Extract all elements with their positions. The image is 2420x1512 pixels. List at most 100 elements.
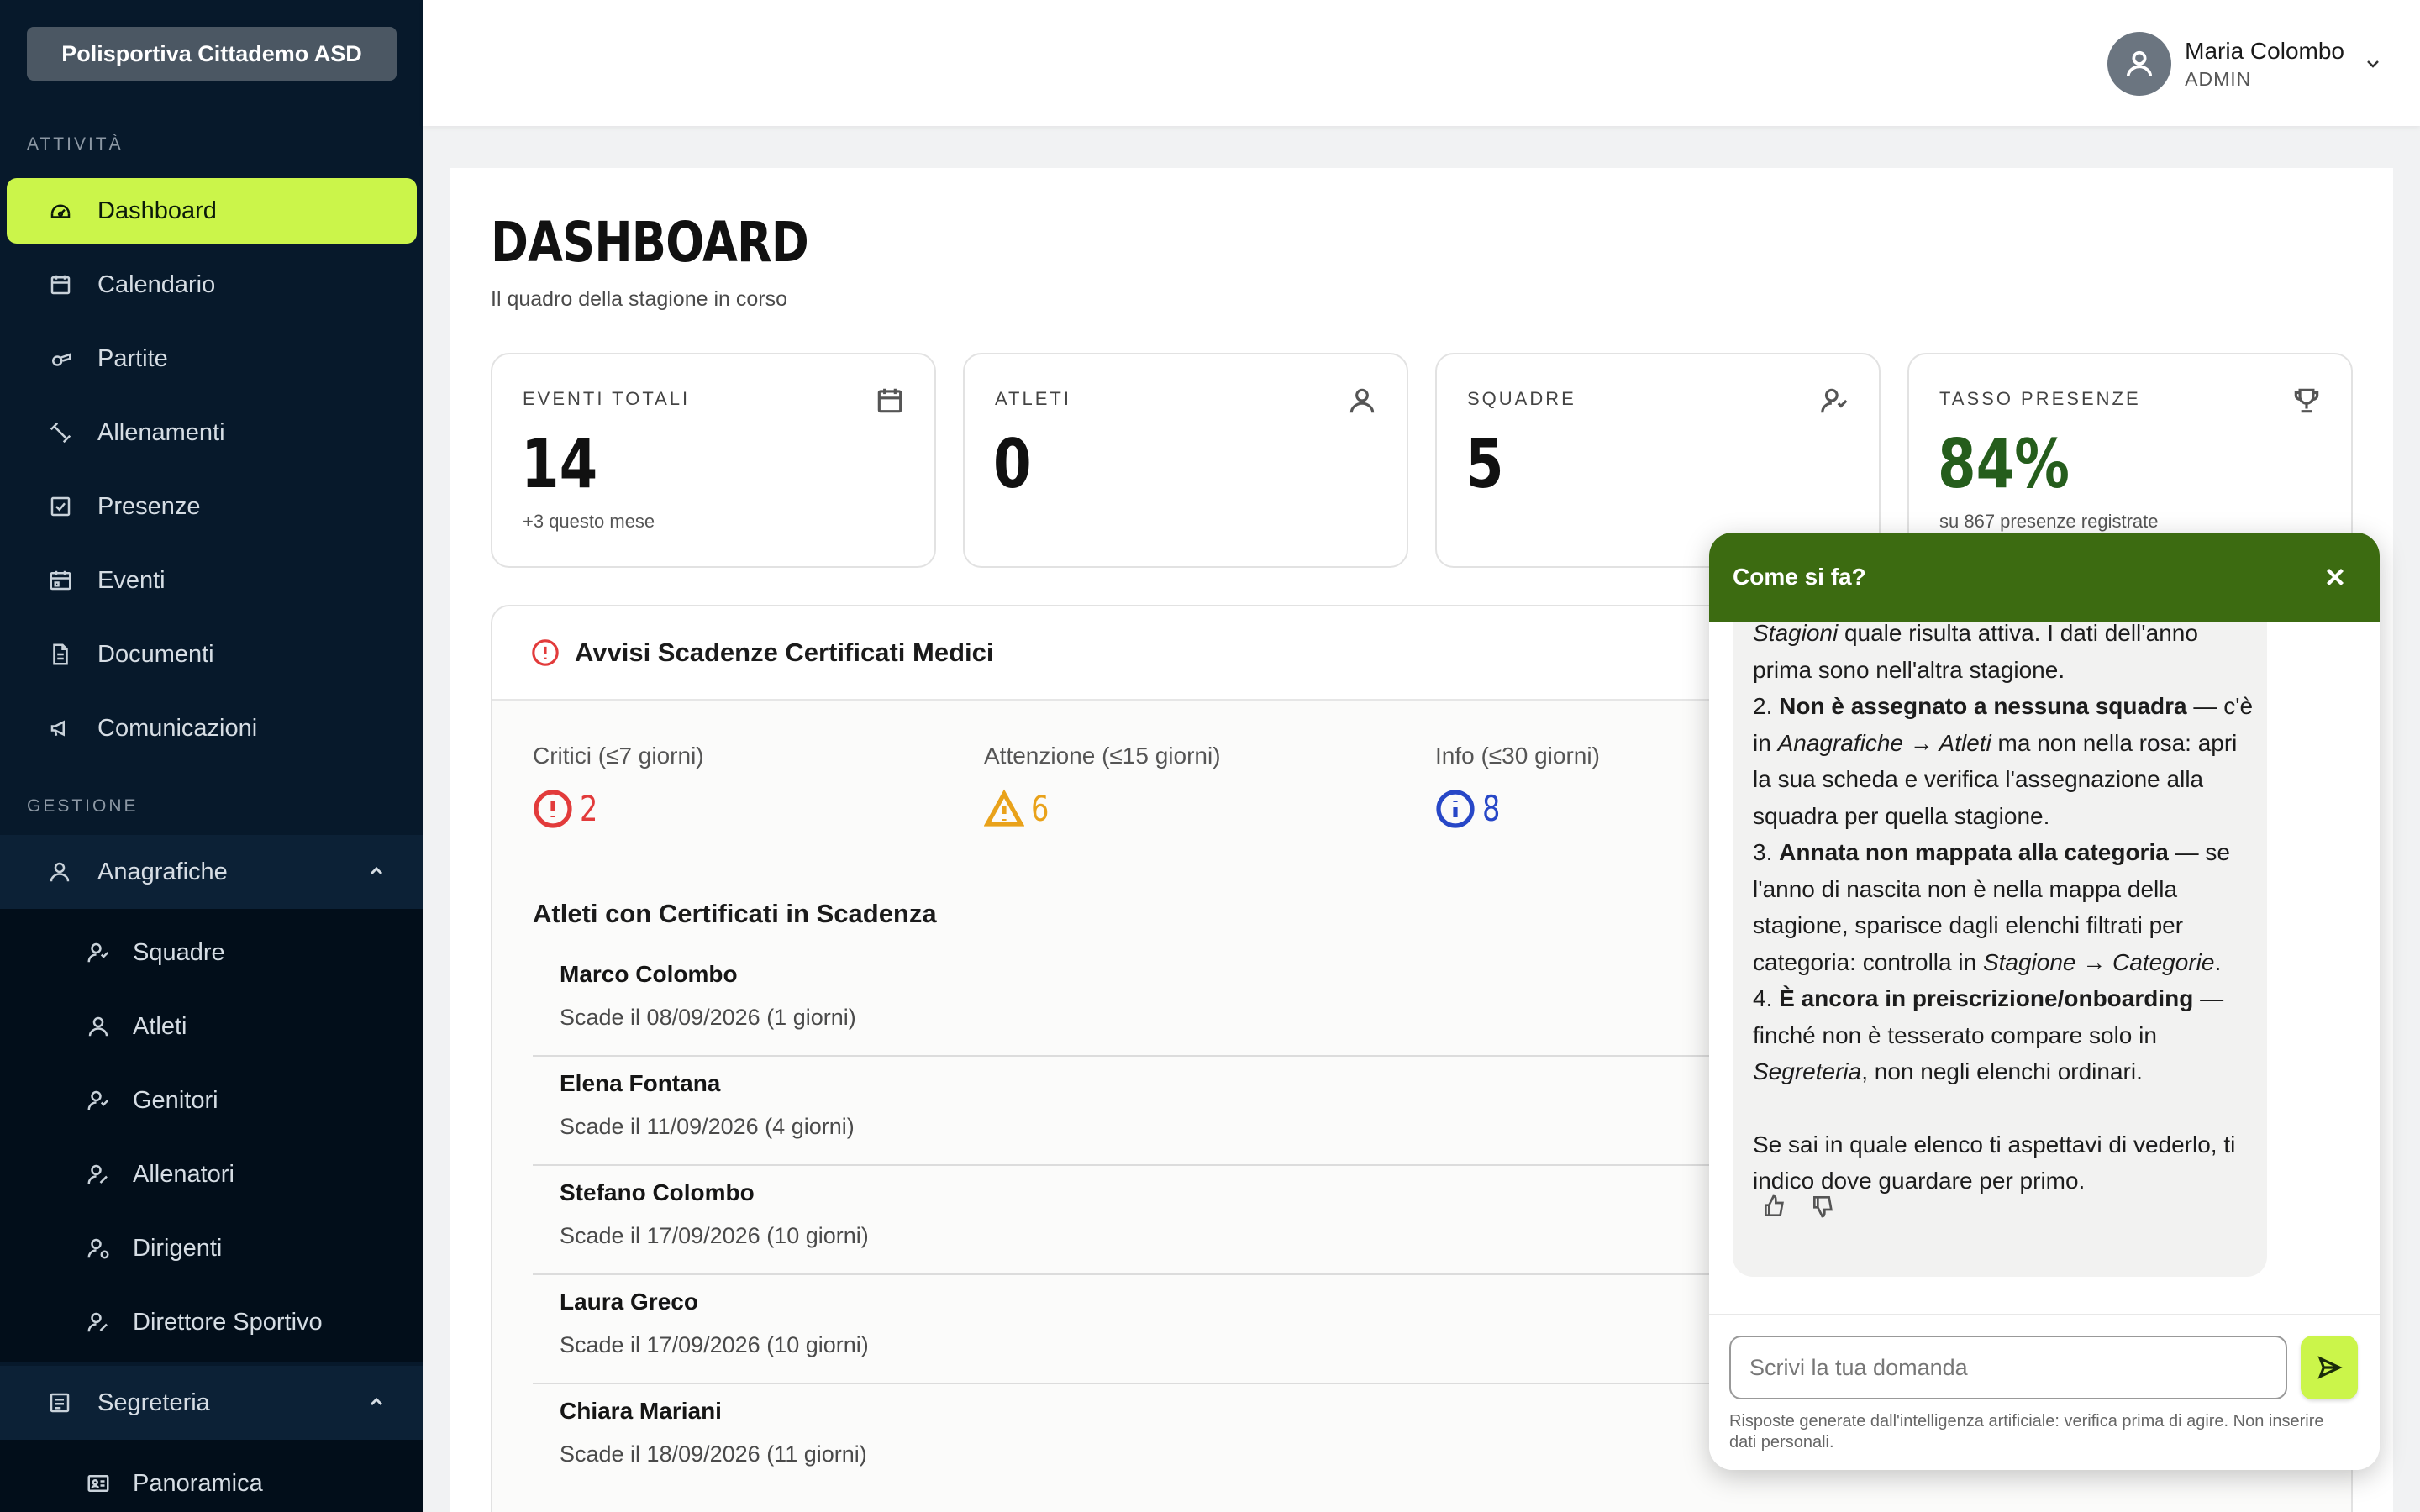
sidebar-item-label: Atleti	[133, 1012, 187, 1040]
gauge-icon	[47, 197, 74, 224]
assistant-message: Stagioni quale risulta attiva. I dati de…	[1733, 622, 2267, 1277]
sidebar-item-genitori[interactable]: Genitori	[0, 1070, 424, 1131]
athlete-expiry: Scade il 17/09/2026 (10 giorni)	[560, 1332, 869, 1357]
alert-level-critical: Critici (≤7 giorni) 2	[533, 743, 704, 829]
sidebar-item-dirigenti[interactable]: Dirigenti	[0, 1218, 424, 1278]
athlete-name: Elena Fontana	[560, 1070, 721, 1096]
stat-value: 0	[993, 425, 1032, 503]
message-strong: È ancora in preiscrizione/onboarding	[1779, 985, 2194, 1011]
athlete-name: Chiara Mariani	[560, 1398, 722, 1424]
alert-card-title: Avvisi Scadenze Certificati Medici	[575, 638, 994, 667]
athlete-expiry: Scade il 08/09/2026 (1 giorni)	[560, 1005, 856, 1030]
sidebar-item-panoramica[interactable]: Panoramica	[0, 1453, 424, 1512]
message-text: 3.	[1753, 839, 1780, 865]
sidebar-item-atleti[interactable]: Atleti	[0, 996, 424, 1057]
sidebar-item-label: Documenti	[97, 640, 214, 668]
sidebar-group-anagrafiche[interactable]: Anagrafiche	[0, 835, 424, 909]
message-emphasis: Stagione → Categorie	[1982, 948, 2215, 975]
message-text: Se sai in quale elenco ti aspettavi di v…	[1753, 1131, 2236, 1194]
topbar: Maria Colombo ADMIN	[424, 0, 2420, 126]
send-button[interactable]	[2301, 1336, 2358, 1399]
athlete-expiry: Scade il 18/09/2026 (11 giorni)	[560, 1441, 867, 1467]
alert-level-info: Info (≤30 giorni) 8	[1435, 743, 1600, 829]
sidebar-item-direttore-sportivo[interactable]: Direttore Sportivo	[0, 1292, 424, 1352]
avatar[interactable]	[2107, 32, 2172, 96]
athlete-row[interactable]: Marco Colombo Scade il 08/09/2026 (1 gio…	[533, 948, 1709, 1057]
chevron-down-icon[interactable]	[2363, 54, 2383, 74]
user-icon	[86, 1013, 113, 1040]
page-title: DASHBOARD	[491, 210, 809, 275]
chat-messages[interactable]: Stagioni quale risulta attiva. I dati de…	[1709, 622, 2380, 1314]
sidebar-group-label: Segreteria	[97, 1389, 210, 1416]
level-count: 2	[580, 788, 598, 829]
athlete-row[interactable]: Chiara Mariani Scade il 18/09/2026 (11 g…	[533, 1384, 1709, 1494]
page-subtitle: Il quadro della stagione in corso	[491, 287, 788, 311]
user-edit-icon	[86, 1309, 113, 1336]
sidebar-item-allenamenti[interactable]: Allenamenti	[7, 400, 417, 465]
chat-question-input[interactable]	[1729, 1336, 2287, 1399]
chevron-up-icon[interactable]	[366, 860, 387, 880]
athletes-list-title: Atleti con Certificati in Scadenza	[533, 899, 937, 928]
send-icon	[2317, 1356, 2343, 1379]
close-icon[interactable]	[2321, 563, 2349, 591]
users-icon	[86, 939, 113, 966]
sidebar-item-label: Eventi	[97, 566, 166, 594]
whistle-icon	[47, 345, 74, 372]
message-strong: Annata non mappata alla categoria	[1779, 839, 2169, 865]
message-text: 4.	[1753, 985, 1780, 1011]
stat-value: 5	[1465, 425, 1504, 503]
user-icon	[47, 858, 74, 885]
feedback-buttons	[1761, 1193, 1859, 1220]
chevron-up-icon[interactable]	[366, 1391, 387, 1411]
megaphone-icon	[47, 715, 74, 742]
stat-label: ATLETI	[995, 388, 1071, 409]
sidebar-item-label: Panoramica	[133, 1469, 263, 1497]
athlete-expiry: Scade il 17/09/2026 (10 giorni)	[560, 1223, 869, 1248]
message-paragraph: 2. Non è assegnato a nessuna squadra — c…	[1753, 688, 2257, 834]
athlete-row[interactable]: Elena Fontana Scade il 11/09/2026 (4 gio…	[533, 1057, 1709, 1166]
user-menu[interactable]: Maria Colombo ADMIN	[2107, 32, 2383, 96]
thumbs-down-icon[interactable]	[1810, 1193, 1837, 1220]
user-edit-icon	[86, 1161, 113, 1188]
message-emphasis: Segreteria	[1753, 1058, 1862, 1084]
stat-value: 14	[521, 425, 598, 503]
trophy-icon	[2291, 385, 2323, 417]
chat-header: Come si fa?	[1709, 533, 2380, 622]
athlete-row[interactable]: Stefano Colombo Scade il 17/09/2026 (10 …	[533, 1166, 1709, 1275]
level-label: Attenzione (≤15 giorni)	[984, 743, 1221, 769]
athlete-name: Laura Greco	[560, 1289, 698, 1315]
sidebar-item-comunicazioni[interactable]: Comunicazioni	[7, 696, 417, 761]
sidebar-item-dashboard[interactable]: Dashboard	[7, 178, 417, 244]
level-count: 6	[1031, 788, 1050, 829]
stat-label: SQUADRE	[1467, 388, 1576, 409]
sidebar-item-label: Calendario	[97, 270, 216, 298]
users-icon	[1818, 385, 1850, 417]
alert-circle-icon	[534, 789, 572, 828]
thumbs-up-icon[interactable]	[1761, 1193, 1788, 1220]
sidebar-item-documenti[interactable]: Documenti	[7, 622, 417, 687]
chat-title: Come si fa?	[1733, 564, 1866, 590]
message-paragraph: Se sai in quale elenco ti aspettavi di v…	[1753, 1126, 2257, 1200]
dumbbell-icon	[47, 419, 74, 446]
sidebar-item-presenze[interactable]: Presenze	[7, 474, 417, 539]
sidebar-item-partite[interactable]: Partite	[7, 326, 417, 391]
sidebar-item-label: Squadre	[133, 938, 225, 966]
sidebar-item-calendario[interactable]: Calendario	[7, 252, 417, 318]
org-switcher-button[interactable]: Polisportiva Cittademo ASD	[27, 27, 397, 81]
sidebar-item-squadre[interactable]: Squadre	[0, 922, 424, 983]
stat-label: TASSO PRESENZE	[1939, 388, 2141, 409]
document-icon	[47, 641, 74, 668]
athlete-row[interactable]: Laura Greco Scade il 17/09/2026 (10 gior…	[533, 1275, 1709, 1384]
sidebar-item-allenatori[interactable]: Allenatori	[0, 1144, 424, 1205]
sidebar-group-segreteria[interactable]: Segreteria	[0, 1366, 424, 1440]
stat-sub: su 867 presenze registrate	[1939, 511, 2159, 532]
level-label: Critici (≤7 giorni)	[533, 743, 704, 769]
message-text: .	[2214, 948, 2222, 975]
chat-footer: Risposte generate dall'intelligenza arti…	[1709, 1314, 2380, 1470]
message-emphasis: Anagrafiche → Atleti	[1777, 729, 1991, 756]
help-chat-panel: Come si fa? Stagioni quale risulta attiv…	[1709, 533, 2380, 1470]
stat-card-athletes: ATLETI 0	[963, 353, 1408, 568]
user-icon	[2126, 50, 2153, 77]
sidebar-item-eventi[interactable]: Eventi	[7, 548, 417, 613]
message-paragraph: 3. Annata non mappata alla categoria — s…	[1753, 834, 2257, 980]
